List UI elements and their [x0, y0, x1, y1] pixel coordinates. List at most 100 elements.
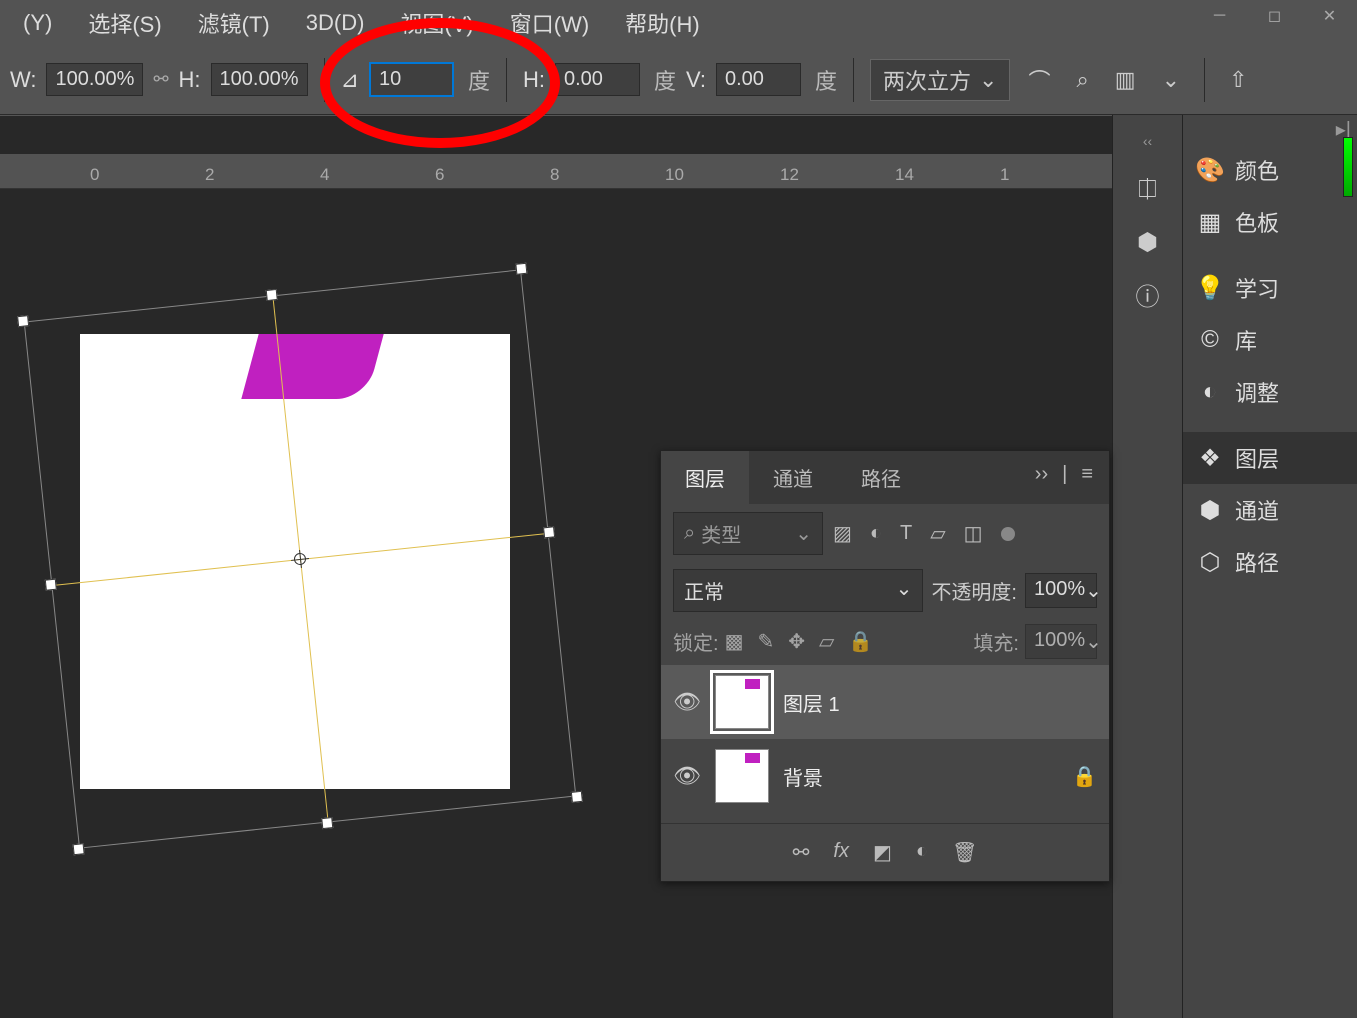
panel-adjustments[interactable]: ◐调整 — [1183, 366, 1357, 418]
filter-adjust-icon[interactable]: ◐ — [870, 522, 882, 545]
transform-handle[interactable] — [45, 579, 57, 591]
minimize-button[interactable]: ─ — [1192, 0, 1247, 32]
transform-handle[interactable] — [321, 817, 333, 829]
zoom-icon[interactable]: ⌕ — [1068, 65, 1096, 95]
visibility-icon[interactable]: 👁 — [673, 689, 701, 715]
skew-v-unit: 度 — [815, 64, 837, 96]
panel-channels[interactable]: ⬢通道 — [1183, 484, 1357, 536]
blend-mode-select[interactable]: 正常⌄ — [673, 569, 923, 612]
panel-swatches[interactable]: ▦色板 — [1183, 196, 1357, 248]
layer-thumbnail[interactable] — [715, 675, 769, 729]
chevron-down-icon[interactable]: ⌄ — [1154, 65, 1188, 95]
fill-input[interactable]: 100%⌄ — [1025, 624, 1097, 659]
collapse-panels[interactable]: ▸| — [1183, 115, 1357, 144]
canvas-image — [80, 334, 510, 789]
cc-icon: © — [1197, 326, 1223, 354]
info-icon[interactable]: ⓘ — [1133, 279, 1163, 309]
layers-panel: 图层 通道 路径 ›› | ≡ ⌕ 类型 ⌄ ▨ ◐ T ▱ ◫ 正常⌄ 不透明… — [660, 450, 1110, 882]
adjustment-icon[interactable]: ◐ — [916, 840, 928, 865]
transform-handle[interactable] — [266, 289, 278, 301]
menu-select[interactable]: 选择(S) — [70, 3, 179, 43]
lock-paint-icon[interactable]: ✎ — [757, 629, 774, 654]
panel-color[interactable]: 🎨颜色 — [1183, 144, 1357, 196]
menu-y[interactable]: (Y) — [5, 6, 70, 40]
menubar: (Y) 选择(S) 滤镜(T) 3D(D) 视图(V) 窗口(W) 帮助(H) … — [0, 0, 1357, 45]
separator — [506, 58, 507, 102]
maximize-button[interactable]: ◻ — [1247, 0, 1302, 32]
skew-h-input[interactable]: 0.00 — [555, 63, 640, 96]
options-bar: W: 100.00% ⚯ H: 100.00% ⊿ 10 度 H: 0.00 度… — [0, 45, 1357, 115]
filter-toggle[interactable] — [1001, 527, 1015, 541]
transform-handle[interactable] — [17, 315, 29, 327]
layer-name[interactable]: 背景 — [783, 762, 1058, 791]
lock-all-icon[interactable]: 🔒 — [848, 629, 873, 654]
lock-artboard-icon[interactable]: ▱ — [819, 629, 834, 654]
filter-image-icon[interactable]: ▨ — [833, 521, 852, 546]
lock-move-icon[interactable]: ✥ — [788, 629, 805, 654]
fx-icon[interactable]: fx — [833, 840, 849, 865]
layer-row[interactable]: 👁 图层 1 — [661, 665, 1109, 739]
link-layers-icon[interactable]: ⚯ — [793, 840, 810, 865]
opacity-input[interactable]: 100%⌄ — [1025, 573, 1097, 608]
menu-window[interactable]: 窗口(W) — [492, 3, 607, 43]
panel-menu-icon[interactable]: ≡ — [1081, 463, 1093, 492]
transform-handle[interactable] — [73, 843, 85, 855]
fill-label: 填充: — [973, 627, 1019, 656]
filter-text-icon[interactable]: T — [900, 522, 912, 545]
warp-icon[interactable]: ⌒ — [1020, 62, 1058, 98]
layers-icon: ❖ — [1197, 444, 1223, 473]
height-label: H: — [179, 67, 201, 93]
expand-dock[interactable]: ‹‹ — [1113, 133, 1182, 153]
menu-help[interactable]: 帮助(H) — [607, 3, 718, 43]
adjust-icon: ◐ — [1197, 378, 1223, 406]
layer-filter-select[interactable]: ⌕ 类型 ⌄ — [673, 512, 823, 555]
tab-channels[interactable]: 通道 — [749, 451, 837, 504]
lock-label: 锁定: — [673, 627, 719, 656]
panel-layers[interactable]: ❖图层 — [1183, 432, 1357, 484]
3d-icon[interactable]: ⬢ — [1133, 227, 1163, 257]
close-button[interactable]: ✕ — [1302, 0, 1357, 32]
share-icon[interactable]: ⇧ — [1221, 65, 1255, 95]
height-input[interactable]: 100.00% — [211, 63, 308, 96]
skew-v-label: V: — [686, 67, 706, 93]
menu-view[interactable]: 视图(V) — [382, 3, 491, 43]
history-icon[interactable]: ⎅ — [1133, 175, 1163, 205]
interpolation-select[interactable]: 两次立方⌄ — [870, 59, 1010, 101]
search-icon: ⌕ — [684, 522, 695, 545]
skew-v-input[interactable]: 0.00 — [716, 63, 801, 96]
skew-h-unit: 度 — [654, 64, 676, 96]
grid-icon[interactable]: ▥ — [1107, 65, 1144, 95]
tab-paths[interactable]: 路径 — [837, 451, 925, 504]
layer-thumbnail[interactable] — [715, 749, 769, 803]
transform-handle[interactable] — [515, 263, 527, 275]
transform-handle[interactable] — [571, 791, 583, 803]
channels-icon: ⬢ — [1197, 496, 1223, 525]
angle-unit: 度 — [468, 64, 490, 96]
angle-icon: ⊿ — [341, 67, 359, 93]
filter-smart-icon[interactable]: ◫ — [964, 521, 983, 546]
opacity-label: 不透明度: — [931, 576, 1017, 605]
width-input[interactable]: 100.00% — [46, 63, 143, 96]
panel-expand[interactable]: ›› — [1035, 463, 1048, 492]
layer-row[interactable]: 👁 背景 🔒 — [661, 739, 1109, 813]
delete-icon[interactable]: 🗑 — [952, 840, 977, 865]
transform-handle[interactable] — [543, 526, 555, 538]
tab-layers[interactable]: 图层 — [661, 451, 749, 504]
right-panels: ▸| 🎨颜色 ▦色板 💡学习 ©库 ◐调整 ❖图层 ⬢通道 ⬡路径 — [1182, 115, 1357, 1018]
mini-dock: ‹‹ ⎅ ⬢ ⓘ — [1112, 115, 1182, 1018]
filter-shape-icon[interactable]: ▱ — [930, 521, 945, 546]
panel-paths[interactable]: ⬡路径 — [1183, 536, 1357, 588]
visibility-icon[interactable]: 👁 — [673, 763, 701, 789]
menu-filter[interactable]: 滤镜(T) — [180, 3, 288, 43]
panel-learn[interactable]: 💡学习 — [1183, 262, 1357, 314]
menu-3d[interactable]: 3D(D) — [288, 6, 383, 40]
mask-icon[interactable]: ◩ — [873, 840, 892, 865]
angle-input[interactable]: 10 — [369, 62, 454, 97]
lock-transparent-icon[interactable]: ▩ — [725, 629, 744, 654]
layer-name[interactable]: 图层 1 — [783, 688, 1097, 717]
separator — [324, 58, 325, 102]
link-icon[interactable]: ⚯ — [153, 69, 168, 90]
swatches-icon: ▦ — [1197, 208, 1223, 237]
panel-libraries[interactable]: ©库 — [1183, 314, 1357, 366]
gpu-gauge — [1343, 137, 1353, 197]
